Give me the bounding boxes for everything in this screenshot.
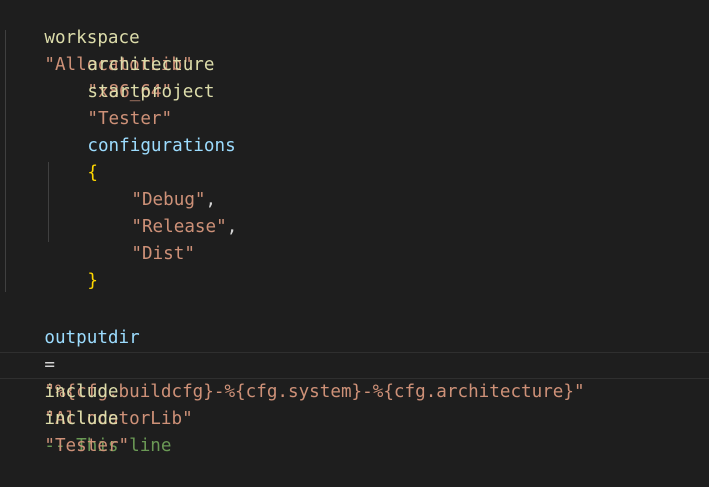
code-line-startproject[interactable]: startproject "Tester" bbox=[45, 52, 214, 129]
string-include-tester: "Tester" bbox=[44, 436, 130, 456]
code-line-close-brace[interactable]: } bbox=[45, 241, 98, 291]
code-line-open-brace[interactable]: { bbox=[45, 133, 98, 183]
code-editor[interactable]: workspace "AllocatorLib" architecture "x… bbox=[0, 0, 709, 456]
code-line-workspace[interactable]: workspace "AllocatorLib" bbox=[2, 0, 192, 75]
code-line-outputdir[interactable]: outputdir = "%{cfg.buildcfg}-%{cfg.syste… bbox=[2, 298, 584, 402]
keyword-configurations: configurations bbox=[87, 136, 236, 156]
code-line-configurations[interactable]: configurations bbox=[45, 106, 235, 156]
string-dist: "Dist" bbox=[131, 244, 195, 264]
code-line-release[interactable]: "Release", bbox=[89, 187, 237, 237]
code-line-debug[interactable]: "Debug", bbox=[89, 160, 216, 210]
code-line-include-allocatorlib[interactable]: include "AllocatorLib" -- This line bbox=[2, 352, 192, 456]
comma: , bbox=[226, 217, 238, 237]
variable-outputdir: outputdir bbox=[44, 328, 140, 348]
keyword-startproject: startproject bbox=[87, 82, 215, 102]
code-line-include-tester[interactable]: include "Tester" bbox=[2, 379, 129, 456]
code-line-dist[interactable]: "Dist" bbox=[89, 214, 195, 264]
keyword-include: include bbox=[44, 409, 119, 429]
close-brace: } bbox=[87, 271, 98, 291]
code-line-architecture[interactable]: architecture "x86_64" bbox=[45, 25, 214, 102]
